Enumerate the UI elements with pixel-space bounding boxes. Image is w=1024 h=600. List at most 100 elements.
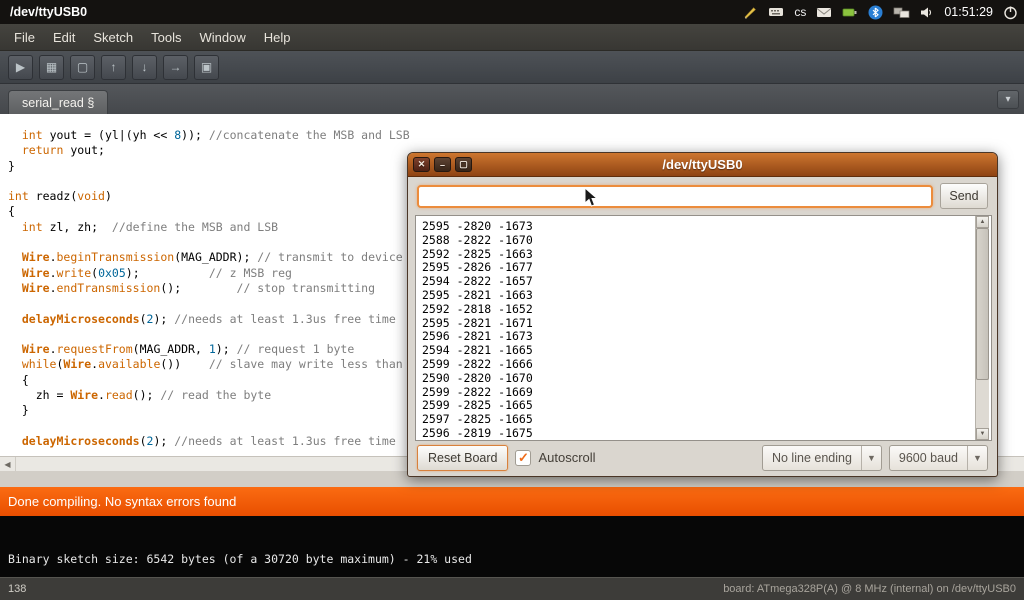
window-maximize-button[interactable]: ▢: [455, 157, 472, 172]
export-button[interactable]: ▣: [194, 55, 219, 80]
code-token: .: [50, 342, 57, 356]
code-token: ();: [160, 281, 236, 295]
code-token: ));: [181, 128, 209, 142]
code-token: // stop transmitting: [237, 281, 375, 295]
top-panel: /dev/ttyUSB0 cs 01:51:29: [0, 0, 1024, 24]
tabbar: serial_read § ▾: [0, 84, 1024, 114]
menu-file[interactable]: File: [5, 26, 44, 49]
code-token: // transmit to device: [257, 250, 402, 264]
bluetooth-icon[interactable]: [868, 5, 883, 20]
serial-monitor-controls: Reset Board ✓ Autoscroll No line ending …: [408, 439, 997, 476]
network-icon[interactable]: [893, 6, 910, 19]
clock[interactable]: 01:51:29: [944, 5, 993, 19]
save-button[interactable]: ↓: [132, 55, 157, 80]
scrollbar-thumb[interactable]: [976, 228, 989, 380]
baud-rate-dropdown[interactable]: 9600 baud ▼: [889, 445, 988, 471]
verify-button[interactable]: ▶: [8, 55, 33, 80]
serial-output-area[interactable]: 2595 -2820 -16732588 -2822 -16702592 -28…: [415, 215, 992, 441]
close-icon: ✕: [418, 159, 426, 170]
edit-indicator-icon[interactable]: [743, 5, 758, 20]
autoscroll-label: Autoscroll: [538, 450, 595, 465]
reset-board-button[interactable]: Reset Board: [417, 445, 508, 471]
code-token: delayMicroseconds: [22, 434, 140, 448]
code-token: }: [8, 403, 29, 417]
serial-monitor-titlebar[interactable]: ✕ – ▢ /dev/ttyUSB0: [408, 153, 997, 177]
code-token: );: [153, 434, 174, 448]
menu-window[interactable]: Window: [190, 26, 254, 49]
volume-icon[interactable]: [920, 6, 934, 19]
scroll-left-icon[interactable]: ◀: [0, 457, 16, 471]
line-ending-dropdown[interactable]: No line ending ▼: [762, 445, 882, 471]
console-output: Binary sketch size: 6542 bytes (of a 307…: [0, 516, 1024, 577]
autoscroll-checkbox[interactable]: ✓: [515, 450, 531, 466]
code-token: void: [77, 189, 105, 203]
menubar: FileEditSketchToolsWindowHelp: [0, 24, 1024, 51]
new-sketch-icon: ▢: [77, 60, 88, 74]
menu-edit[interactable]: Edit: [44, 26, 84, 49]
toolbar: ▶ ▦ ▢ ↑↓ → ▣: [0, 51, 1024, 84]
code-token: [8, 281, 22, 295]
code-token: {: [8, 373, 29, 387]
code-token: );: [153, 312, 174, 326]
code-token: delayMicroseconds: [22, 312, 140, 326]
code-token: while: [22, 357, 57, 371]
code-token: // read the byte: [160, 388, 271, 402]
console-text: Binary sketch size: 6542 bytes (of a 307…: [8, 552, 472, 566]
window-minimize-button[interactable]: –: [434, 157, 451, 172]
code-token: int: [22, 128, 43, 142]
code-token: (: [140, 312, 147, 326]
code-token: // request 1 byte: [237, 342, 355, 356]
verify-icon: ▶: [16, 60, 25, 74]
mouse-cursor: [584, 187, 598, 208]
stop-button[interactable]: ▦: [39, 55, 64, 80]
serial-output-line: 2594 -2822 -1657: [422, 275, 969, 289]
upload-button[interactable]: →: [163, 55, 188, 80]
serial-scrollbar[interactable]: ▲ ▼: [975, 216, 989, 440]
desktop: /dev/ttyUSB0 cs 01:51:29 FileEditSketchT…: [0, 0, 1024, 600]
serial-output-line: 2594 -2821 -1665: [422, 344, 969, 358]
code-token: [8, 357, 22, 371]
keyboard-layout-indicator[interactable]: cs: [794, 5, 806, 19]
tab-menu-icon: ▾: [1005, 94, 1010, 105]
tab-serial-read[interactable]: serial_read §: [8, 90, 108, 114]
serial-monitor-window: ✕ – ▢ /dev/ttyUSB0 Send 2595 -2820 -1673…: [407, 152, 998, 477]
menu-sketch[interactable]: Sketch: [84, 26, 142, 49]
code-token: int: [8, 189, 29, 203]
upload-icon: →: [170, 60, 182, 74]
code-token: Wire: [22, 250, 50, 264]
new-sketch-button[interactable]: ▢: [70, 55, 95, 80]
menu-tools[interactable]: Tools: [142, 26, 190, 49]
serial-output-line: 2592 -2825 -1663: [422, 248, 969, 262]
code-token: // slave may write less than: [209, 357, 403, 371]
open-button[interactable]: ↑: [101, 55, 126, 80]
session-menu-icon[interactable]: [1003, 5, 1018, 20]
code-token: Wire: [22, 281, 50, 295]
code-token: );: [216, 342, 237, 356]
code-token: return: [22, 143, 64, 157]
code-token: .: [50, 266, 57, 280]
serial-send-input[interactable]: [417, 185, 933, 208]
footer-bar: 138 board: ATmega328P(A) @ 8 MHz (intern…: [0, 577, 1024, 600]
code-token: ()): [160, 357, 208, 371]
code-token: read: [105, 388, 133, 402]
code-token: //needs at least 1.3us free time: [174, 434, 396, 448]
menu-help[interactable]: Help: [255, 26, 300, 49]
keyboard-icon[interactable]: [768, 5, 784, 19]
window-controls: ✕ – ▢: [413, 157, 472, 172]
serial-output-line: 2599 -2822 -1669: [422, 386, 969, 400]
window-close-button[interactable]: ✕: [413, 157, 430, 172]
system-tray: cs 01:51:29: [743, 5, 1018, 20]
code-token: }: [8, 159, 15, 173]
scroll-up-icon[interactable]: ▲: [976, 216, 989, 228]
code-token: (: [140, 434, 147, 448]
serial-output-line: 2595 -2826 -1677: [422, 261, 969, 275]
tab-menu-button[interactable]: ▾: [997, 90, 1019, 109]
serial-output-line: 2595 -2820 -1673: [422, 220, 969, 234]
mail-icon[interactable]: [816, 6, 832, 19]
code-token: Wire: [22, 266, 50, 280]
code-token: .: [50, 281, 57, 295]
send-button[interactable]: Send: [940, 183, 988, 209]
battery-icon[interactable]: [842, 6, 858, 19]
code-token: endTransmission: [57, 281, 161, 295]
code-token: [8, 266, 22, 280]
